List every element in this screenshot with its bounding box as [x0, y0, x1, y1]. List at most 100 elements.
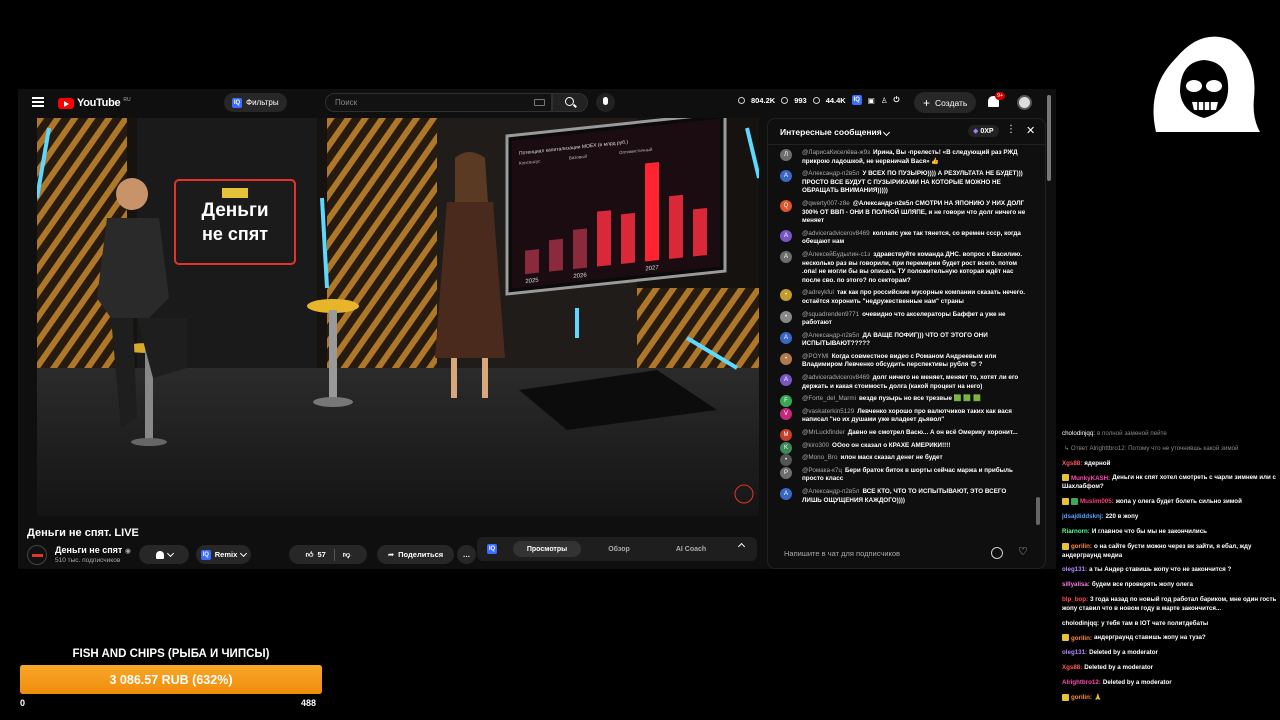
menu-icon[interactable]: [32, 97, 44, 107]
chat-author-avatar[interactable]: •: [780, 310, 792, 323]
chat-author-avatar[interactable]: •: [780, 352, 792, 365]
chat-author-name[interactable]: @advicеradvicеrov8469: [802, 230, 870, 237]
page-scrollbar[interactable]: [1046, 89, 1052, 569]
chat-author-name[interactable]: @advicеradvicеrov8469: [802, 374, 870, 381]
chat-author-avatar[interactable]: А: [780, 331, 792, 344]
chat-author-avatar[interactable]: M: [780, 429, 792, 442]
chat-author-name[interactable]: @Александр-п2в5л: [802, 332, 859, 339]
account-avatar[interactable]: [1017, 95, 1032, 110]
more-options-icon[interactable]: [1006, 124, 1016, 136]
chat-message[interactable]: А @Александр-п2в5л ВСЕ КТО, ЧТО ТО ИСПЫТЫВ…: [768, 488, 1033, 505]
youtube-logo[interactable]: YouTube RU: [58, 97, 131, 109]
chat-author-avatar[interactable]: V: [780, 407, 792, 420]
chat-author-name[interactable]: @POYMI: [802, 353, 829, 360]
chat-scroll-thumb[interactable]: [1036, 497, 1040, 525]
page-scroll-thumb[interactable]: [1047, 95, 1051, 181]
stream-chat-text: Deleted by a moderator: [1102, 678, 1172, 686]
create-button[interactable]: + Создать: [914, 92, 977, 113]
chat-message-text: Давно не смотрел Васю... А он всё Омерик…: [847, 429, 1018, 437]
like-count[interactable]: 57: [317, 550, 325, 559]
chat-author-avatar[interactable]: Р: [780, 466, 792, 479]
chat-message[interactable]: V @vaskaterkin5129 Левченко хорошо про вал…: [768, 407, 1033, 425]
channel-name[interactable]: Деньги не спят ◉: [55, 545, 131, 555]
remix-button[interactable]: IQ Remix: [196, 545, 251, 564]
voice-search-button[interactable]: [596, 93, 615, 112]
power-icon[interactable]: ⏻: [894, 95, 900, 105]
chat-message[interactable]: А @Александр-п2в5л У ВСЕХ ПО ПУЗЫРЮ)))) А …: [768, 170, 1033, 196]
chat-author-name[interactable]: @Forte_del_Marmi: [802, 395, 856, 402]
chat-author-avatar[interactable]: F: [780, 395, 792, 408]
chat-message[interactable]: • @squadrenden9771 очевидно что акселерато…: [768, 310, 1033, 328]
chat-input[interactable]: Напишите в чат для подписчиков: [778, 546, 990, 562]
gift-badge-icon: [1071, 498, 1078, 506]
chat-author-avatar[interactable]: Л: [780, 149, 792, 161]
tab-overview[interactable]: Обзор: [585, 541, 653, 557]
chat-author-name[interactable]: @squadrenden9771: [802, 311, 859, 318]
chat-mode-dropdown[interactable]: Интересные сообщения: [780, 127, 891, 137]
heart-icon[interactable]: ♡: [1018, 545, 1028, 558]
search-input[interactable]: Поиск: [325, 93, 552, 112]
chat-message[interactable]: K @kiro300 ООоо он сказал о КРАХЕ АМЕРИКИ!…: [768, 441, 1033, 454]
chat-author-name[interactable]: @Mono_Bro: [802, 454, 837, 461]
stat-views: 804.2K: [751, 95, 776, 105]
stream-chat-line: Xgs88: Deleted by a moderator: [1058, 664, 1280, 673]
chat-author-name[interactable]: @kiro300: [802, 442, 829, 449]
chat-message[interactable]: • @adreykful так как про российские мусорн…: [768, 289, 1033, 306]
chat-message[interactable]: А @Александр-п2в5л ДА ВАЩЕ ПОФИГ))) ЧТО ОТ…: [768, 331, 1033, 349]
chat-author-avatar[interactable]: •: [780, 289, 792, 302]
chat-message[interactable]: M @MrLuckfinder Давно не смотрел Васю... А…: [768, 429, 1033, 442]
channel-avatar[interactable]: [27, 545, 47, 565]
chat-author-avatar[interactable]: А: [780, 170, 792, 183]
chat-scrollbar[interactable]: [1036, 149, 1040, 541]
chat-author-name[interactable]: @qwerty007-z8e: [802, 200, 850, 207]
subscriber-badge-icon: [1062, 693, 1069, 701]
chat-author-name[interactable]: @vaskaterkin5129: [802, 408, 854, 415]
chat-message[interactable]: • @Mono_Bro илон маск сказал денег не буде…: [768, 454, 1033, 467]
chat-author-avatar[interactable]: •: [780, 454, 792, 467]
chat-author-name[interactable]: @Александр-п2в5л: [802, 488, 859, 495]
chat-author-name[interactable]: @adreykful: [802, 289, 834, 296]
points-badge[interactable]: ◆ 0XP: [968, 125, 999, 137]
stream-chat-line: oleg131: а ты Андер ставишь жопу что не з…: [1058, 566, 1280, 575]
emoji-icon[interactable]: [991, 547, 1003, 559]
chat-author-name[interactable]: @MrLuckfinder: [802, 429, 845, 436]
chat-message[interactable]: A @advicеradvicеrov8469 долг ничего не мен…: [768, 374, 1033, 391]
chat-author-avatar[interactable]: A: [780, 374, 792, 387]
chat-author-avatar[interactable]: Q: [780, 199, 792, 212]
chat-author-avatar[interactable]: A: [780, 229, 792, 242]
share-button[interactable]: ➦ Поделиться: [377, 545, 454, 564]
trophy-icon[interactable]: ♙: [881, 96, 888, 105]
chat-author-avatar[interactable]: А: [780, 250, 792, 263]
chat-author-avatar[interactable]: K: [780, 441, 792, 454]
chat-message[interactable]: Q @qwerty007-z8e @Александр-п2в5л СМОТРИ Н…: [768, 199, 1033, 226]
extension-stats[interactable]: 804.2K 993 44.4K IQ ▣ ♙ ⏻: [738, 95, 899, 105]
tab-views[interactable]: Просмотры: [513, 541, 581, 557]
search-button[interactable]: [552, 93, 588, 112]
chat-message[interactable]: Л @ЛарисаКиселёва-ж9з Ирина, Вы -прелесть!…: [768, 149, 1033, 166]
more-actions-button[interactable]: …: [457, 545, 476, 564]
chat-author-name[interactable]: @Ромака-к7ц: [802, 467, 842, 474]
chat-author-name[interactable]: @Александр-п2в5л: [802, 170, 859, 177]
iq-icon[interactable]: IQ: [851, 95, 862, 105]
tab-ai-coach[interactable]: AI Coach: [657, 541, 725, 557]
stream-chat-line: ↳ Ответ Alrighttbro12: Потому что не уто…: [1058, 445, 1280, 454]
video-player[interactable]: Деньги не спят Потенциал капитализации М…: [37, 118, 759, 516]
close-icon[interactable]: ✕: [1026, 124, 1035, 137]
chat-author-name[interactable]: @АлексейБудылин-с1з: [802, 251, 870, 258]
filter-button[interactable]: IQ Фильтры: [224, 93, 287, 112]
stream-chat-line: cholodinjqq: у тебя там в IOT чате политд…: [1058, 620, 1280, 629]
chat-author-avatar[interactable]: А: [780, 488, 792, 500]
chat-message[interactable]: A @advicеradvicеrov8469 коллапс уже так тя…: [768, 229, 1033, 247]
subscribe-bell-button[interactable]: [139, 545, 189, 564]
thumbs-down-icon[interactable]: 👎︎: [343, 550, 351, 560]
thumbs-up-icon[interactable]: 👍︎: [306, 550, 314, 560]
chat-message[interactable]: F @Forte_del_Marmi везде пузырь но все тре…: [768, 395, 1033, 408]
side-panel-tabs: IQ Просмотры Обзор AI Coach: [477, 537, 757, 561]
chat-message[interactable]: Р @Ромака-к7ц Бери браток биток в шорты се…: [768, 466, 1033, 484]
chat-message[interactable]: • @POYMI Когда совместное видео с Романом …: [768, 352, 1033, 370]
gift-icon[interactable]: ▣: [868, 96, 875, 105]
chevron-up-icon[interactable]: [737, 542, 746, 551]
chat-message[interactable]: А @АлексейБудылин-с1з здравствуйте команда…: [768, 250, 1033, 285]
keyboard-icon[interactable]: [534, 99, 545, 106]
chat-author-name[interactable]: @ЛарисаКиселёва-ж9з: [802, 149, 870, 156]
